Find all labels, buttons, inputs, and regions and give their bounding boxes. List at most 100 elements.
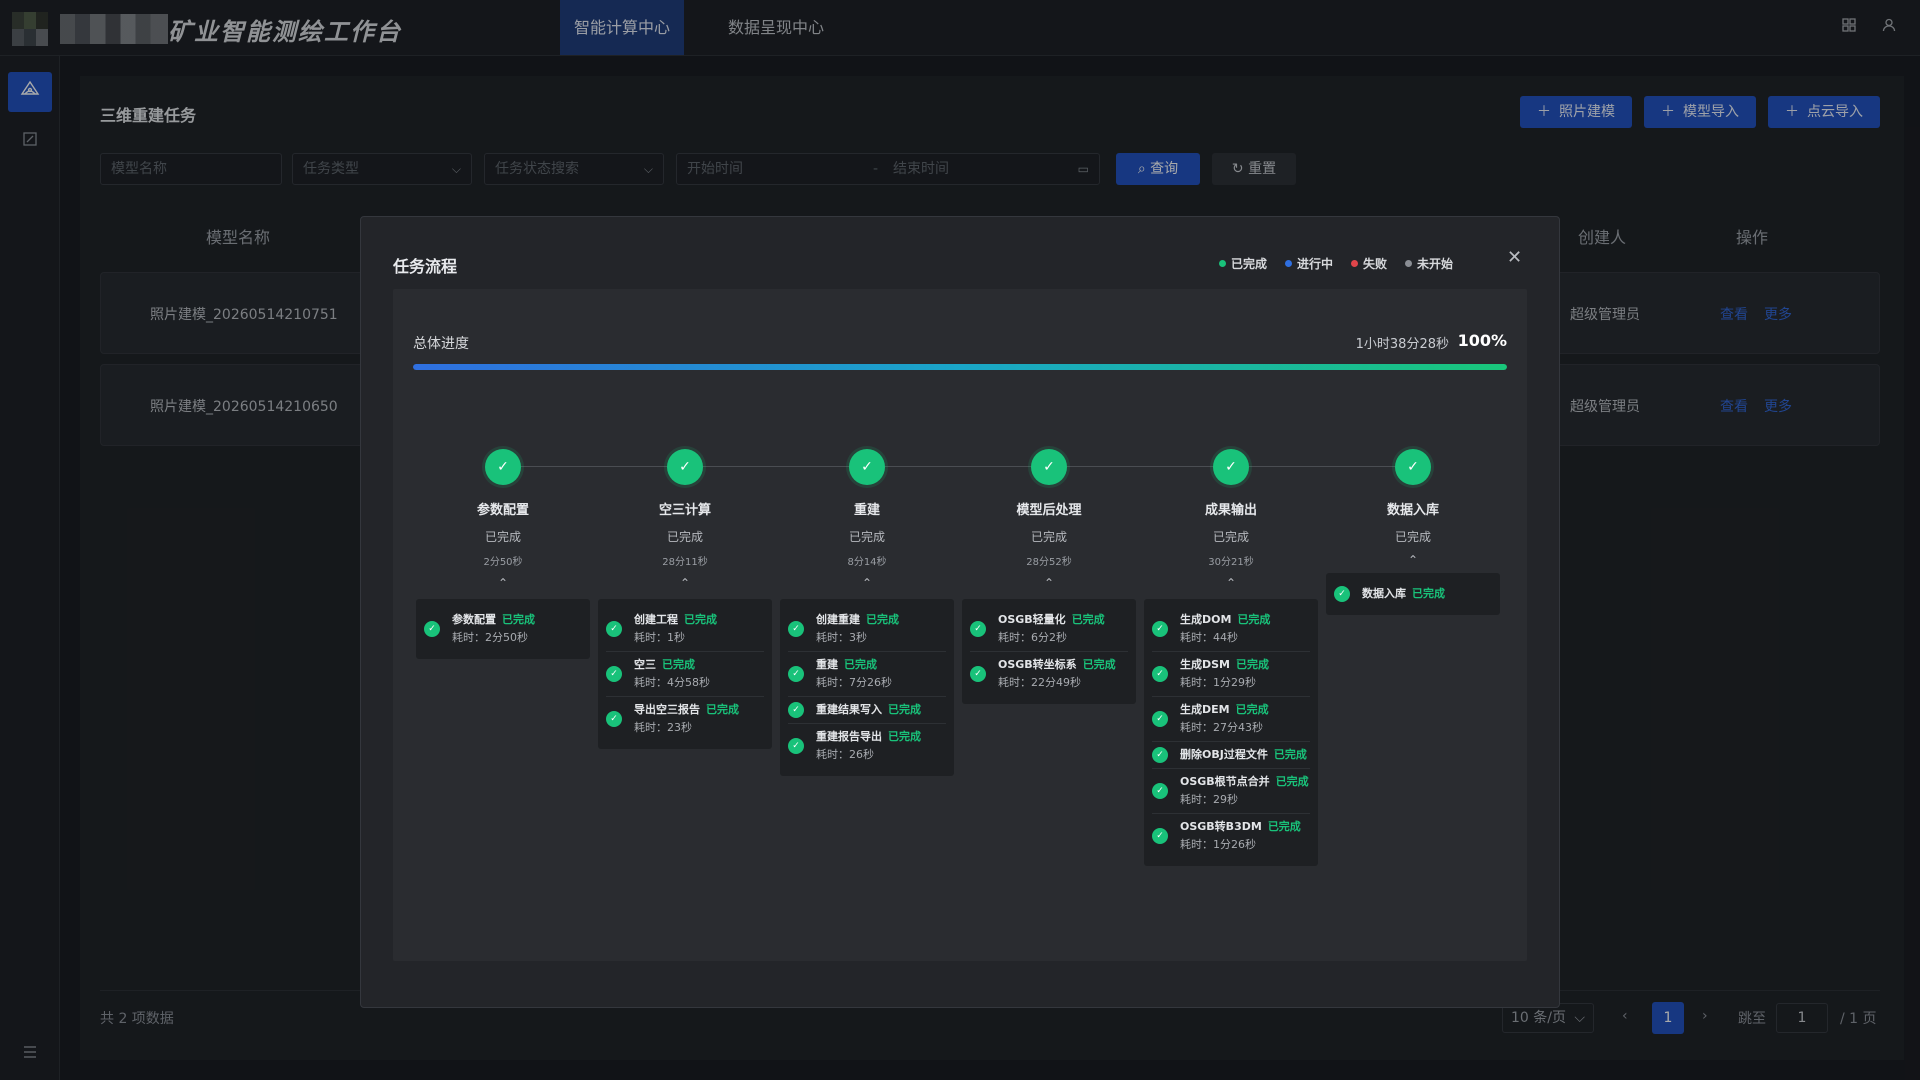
step-item: ✓ 重建结果写入 已完成 [788,697,946,724]
step-duration: 耗时：7分26秒 [816,676,892,689]
progress-label: 总体进度 [413,336,469,352]
step-name: 参数配置 [452,613,496,626]
stage-status: 已完成 [848,530,885,544]
step-status: 已完成 [888,730,921,743]
step-item: ✓ OSGB转B3DM 已完成 耗时：1分26秒 [1152,814,1310,858]
step-name: 生成DSM [1180,658,1230,671]
step-status: 已完成 [1235,703,1269,716]
step-duration: 耗时：3秒 [816,631,867,644]
step-item: ✓ 生成DSM 已完成 耗时：1分29秒 [1152,652,1310,697]
stage-steps-card: ✓ 数据入库 已完成 [1326,573,1500,615]
check-icon: ✓ [667,449,703,485]
step-name: 生成DEM [1180,703,1230,716]
progress-fill [413,364,1507,370]
check-icon: ✓ [788,621,804,637]
stage-2[interactable]: ✓ 空三计算已完成 28分11秒 ⌃ [595,449,775,590]
check-icon: ✓ [1152,711,1168,727]
check-icon: ✓ [849,449,885,485]
check-icon: ✓ [788,666,804,682]
stage-steps-card: ✓ 生成DOM 已完成 耗时：44秒 ✓ 生成DSM 已完成 耗时：1分29秒 ✓ 生成DEM 已完… [1144,599,1318,866]
close-icon[interactable]: ✕ [1507,247,1522,268]
stage-status: 已完成 [1030,530,1067,544]
progress-percent: 100% [1457,331,1507,350]
check-icon: ✓ [485,449,521,485]
check-icon: ✓ [606,711,622,727]
step-duration: 耗时：44秒 [1180,631,1238,644]
modal-title: 任务流程 [393,257,458,276]
chevron-up-icon[interactable]: ⌃ [413,576,593,590]
step-name: 创建重建 [816,613,860,626]
stage-name: 数据入库 [1386,503,1439,518]
stage-steps-card: ✓ 创建重建 已完成 耗时：3秒 ✓ 重建 已完成 耗时：7分26秒 ✓ 重建结果写入 已完成 ✓ 重建… [780,599,954,776]
stage-name: 重建 [853,503,880,518]
check-icon: ✓ [1152,747,1168,763]
step-status: 已完成 [1071,613,1105,626]
step-duration: 耗时：27分43秒 [1180,721,1263,734]
step-item: ✓ 生成DEM 已完成耗时：27分43秒 [1152,697,1310,742]
task-flow-modal: 任务流程 已完成 进行中 失败 未开始 ✕ 总体进度 1小时38分28秒 100… [360,216,1560,1008]
step-name: 数据入库 [1362,587,1406,600]
chevron-up-icon[interactable]: ⌃ [777,576,957,590]
step-item: ✓ 删除OBJ过程文件 已完成 [1152,742,1310,769]
stage-name: 空三计算 [658,503,711,518]
chevron-up-icon[interactable]: ⌃ [595,576,775,590]
step-item: ✓ 重建报告导出 已完成 耗时：26秒 [788,724,946,768]
step-item: ✓ 重建 已完成 耗时：7分26秒 [788,652,946,697]
step-item: ✓ 导出空三报告 已完成 耗时：23秒 [606,697,764,741]
progress-bar [413,364,1507,370]
step-name: OSGB根节点合并 [1180,775,1270,788]
step-name: OSGB转B3DM [1180,820,1262,833]
check-icon: ✓ [1213,449,1249,485]
check-icon: ✓ [606,621,622,637]
legend-item-pending: 未开始 [1405,255,1453,272]
step-status: 已完成 [1412,587,1445,600]
step-duration: 耗时：22分49秒 [998,676,1081,689]
step-item: ✓ 生成DOM 已完成 耗时：44秒 [1152,607,1310,652]
stage-duration: 28分11秒 [662,557,708,568]
step-item: ✓ 空三 已完成 耗时：4分58秒 [606,652,764,697]
check-icon: ✓ [1152,621,1168,637]
step-duration: 耗时：29秒 [1180,793,1238,806]
stage-5[interactable]: ✓ 成果输出 已完成 30分21秒 ⌃ [1141,449,1321,590]
step-name: OSGB轻量化 [998,613,1066,626]
stage-name: 参数配置 [476,503,529,518]
step-item: ✓ 创建工程 已完成耗时：1秒 [606,607,764,652]
step-status: 已完成 [684,613,717,626]
step-item: ✓ OSGB轻量化 已完成 耗时：6分2秒 [970,607,1128,652]
check-icon: ✓ [788,738,804,754]
stage-duration: 28分52秒 [1026,557,1072,568]
chevron-up-icon[interactable]: ⌃ [959,576,1139,590]
step-duration: 耗时：1分29秒 [1180,676,1256,689]
stage-4[interactable]: ✓ 模型后处理 已完成 28分52秒 ⌃ [959,449,1139,590]
step-duration: 耗时：1秒 [634,631,685,644]
legend-item-failed: 失败 [1351,255,1387,272]
step-status: 已完成 [662,658,695,671]
step-status: 已完成 [888,703,921,716]
chevron-up-icon[interactable]: ⌃ [1323,553,1503,567]
check-icon: ✓ [788,702,804,718]
step-name: 创建工程 [634,613,678,626]
check-icon: ✓ [1395,449,1431,485]
stage-1[interactable]: ✓ 参数配置 已完成 2分50秒 ⌃ [413,449,593,590]
step-name: 生成DOM [1180,613,1232,626]
step-duration: 耗时：6分2秒 [998,631,1067,644]
stage-steps-card: ✓ 参数配置 已完成 耗时：2分50秒 [416,599,590,659]
step-status: 已完成 [1273,748,1307,761]
stage-6[interactable]: ✓ 数据入库已完成 ⌃ [1323,449,1503,567]
step-name: 重建报告导出 [816,730,882,743]
chevron-up-icon[interactable]: ⌃ [1141,576,1321,590]
check-icon: ✓ [424,621,440,637]
step-duration: 耗时：4分58秒 [634,676,710,689]
stage-duration: 30分21秒 [1208,557,1254,568]
check-icon: ✓ [970,666,986,682]
stage-3[interactable]: ✓ 重建已完成 8分14秒 ⌃ [777,449,957,590]
check-icon: ✓ [1334,586,1350,602]
step-status: 已完成 [866,613,899,626]
step-item: ✓ 创建重建 已完成耗时：3秒 [788,607,946,652]
stage-duration: 8分14秒 [847,557,887,568]
stage-name: 成果输出 [1204,503,1257,518]
flow-panel: 总体进度 1小时38分28秒 100% ✓ 参数配置 已完成 2分50秒 ⌃ ✓ 参数配置已… [393,289,1527,961]
stage-status: 已完成 [666,530,703,544]
stage-status: 已完成 [1394,530,1431,544]
check-icon: ✓ [1152,828,1168,844]
